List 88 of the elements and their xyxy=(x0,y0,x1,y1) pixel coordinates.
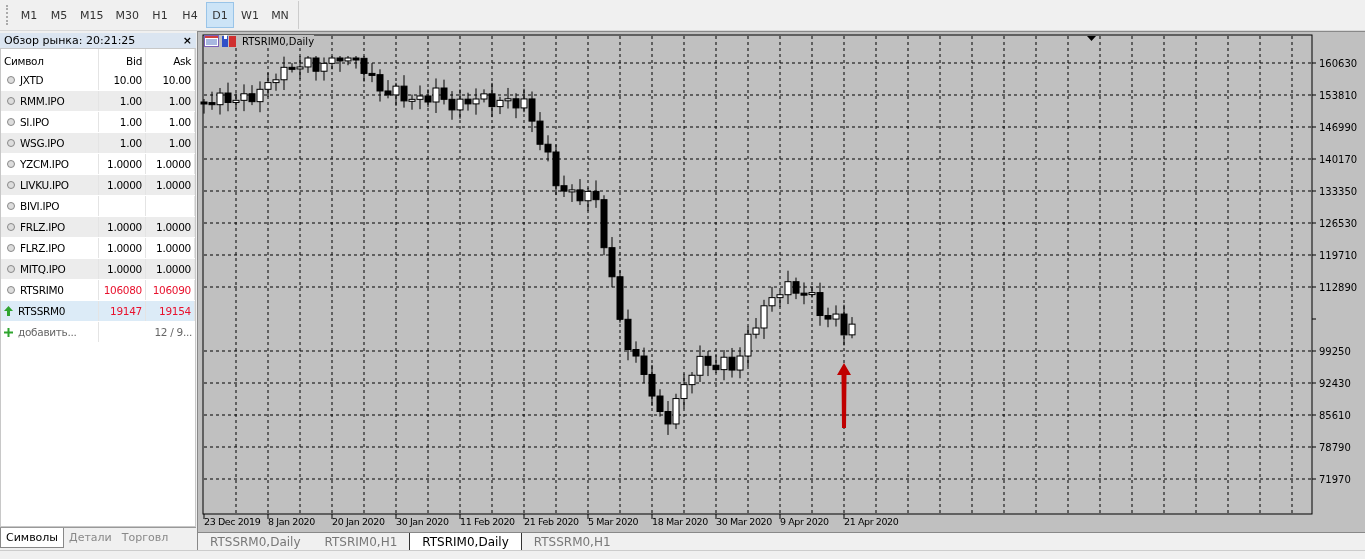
annotation-arrow xyxy=(837,363,851,428)
symbol-row[interactable]: LIVKU.IPO 1.0000 1.0000 xyxy=(1,175,195,196)
date-label: 21 Apr 2020 xyxy=(844,516,899,527)
bid-price: 1.00 xyxy=(119,116,142,128)
ask-price: 1.0000 xyxy=(156,158,191,170)
price-label: 99250 xyxy=(1319,346,1351,357)
date-label: 30 Jan 2020 xyxy=(396,516,449,527)
bid-price: 106080 xyxy=(103,284,142,296)
ask-price: 1.0000 xyxy=(156,179,191,191)
price-label: 119710 xyxy=(1319,250,1358,261)
symbol-name: BIVI.IPO xyxy=(20,200,60,212)
price-label: 85610 xyxy=(1319,410,1351,421)
date-label: 23 Dec 2019 xyxy=(204,516,261,527)
ask-price: 1.00 xyxy=(168,116,191,128)
period-button[interactable]: H4 xyxy=(176,2,204,28)
bid-price: 1.0000 xyxy=(107,179,142,191)
symbol-name: RTSSRM0 xyxy=(18,305,66,317)
date-label: 5 Mar 2020 xyxy=(588,516,639,527)
ask-price: 1.00 xyxy=(168,95,191,107)
symbol-count: 12 / 9... xyxy=(154,326,192,338)
period-button[interactable]: MN xyxy=(266,2,294,28)
bid-price: 1.00 xyxy=(119,95,142,107)
date-label: 30 Mar 2020 xyxy=(716,516,772,527)
price-label: 133350 xyxy=(1319,186,1358,197)
price-label: 71970 xyxy=(1319,474,1351,485)
add-symbol-link[interactable]: добавить... xyxy=(18,326,77,338)
symbol-name: RTSRIM0 xyxy=(20,284,64,296)
bid-price: 1.0000 xyxy=(107,263,142,275)
symbol-name: FLRZ.IPO xyxy=(20,242,65,254)
ask-price: 10.00 xyxy=(162,74,191,86)
symbol-row[interactable]: FRLZ.IPO 1.0000 1.0000 xyxy=(1,217,195,238)
symbol-name: WSG.IPO xyxy=(20,137,65,149)
ask-price: 19154 xyxy=(159,305,191,317)
chart-tab[interactable]: RTSSRM0,H1 xyxy=(521,533,623,551)
symbol-name: RMM.IPO xyxy=(20,95,65,107)
period-button[interactable]: M5 xyxy=(45,2,73,28)
ask-price: 1.0000 xyxy=(156,242,191,254)
date-label: 8 Jan 2020 xyxy=(268,516,315,527)
date-label: 18 Mar 2020 xyxy=(652,516,708,527)
period-button[interactable]: M30 xyxy=(110,2,144,28)
ask-price: 1.0000 xyxy=(156,221,191,233)
chart-tab[interactable]: RTSRIM0,Daily xyxy=(409,533,522,552)
symbol-name: SI.IPO xyxy=(20,116,49,128)
bid-price: 10.00 xyxy=(113,74,142,86)
chart-tab[interactable]: RTSRIM0,H1 xyxy=(312,533,410,551)
panel-tab[interactable]: Символы xyxy=(0,528,65,548)
price-label: 160630 xyxy=(1319,58,1358,69)
symbol-row[interactable]: RTSSRM0 19147 19154 xyxy=(1,301,195,322)
symbol-row[interactable]: RMM.IPO 1.00 1.00 xyxy=(1,91,195,112)
price-label: 112890 xyxy=(1319,282,1358,293)
date-label: 11 Feb 2020 xyxy=(460,516,515,527)
symbol-name: FRLZ.IPO xyxy=(20,221,65,233)
close-button[interactable]: × xyxy=(182,34,192,47)
price-label: 140170 xyxy=(1319,154,1358,165)
chart-tab[interactable]: RTSSRM0,Daily xyxy=(198,533,313,551)
ask-price: 1.00 xyxy=(168,137,191,149)
symbol-row[interactable]: WSG.IPO 1.00 1.00 xyxy=(1,133,195,154)
symbol-name: YZCM.IPO xyxy=(20,158,69,170)
symbol-name: JXTD xyxy=(20,74,44,86)
price-label: 146990 xyxy=(1319,122,1358,133)
ask-price: 106090 xyxy=(152,284,191,296)
shift-marker-icon[interactable] xyxy=(1087,36,1096,41)
period-button[interactable]: D1 xyxy=(206,2,234,28)
price-label: 126530 xyxy=(1319,218,1358,229)
panel-title: Обзор рынка: 20:21:25 xyxy=(4,34,136,47)
price-label: 92430 xyxy=(1319,378,1351,389)
chart-window-icon xyxy=(222,35,236,47)
period-button[interactable]: H1 xyxy=(146,2,174,28)
symbol-name: LIVKU.IPO xyxy=(20,179,69,191)
bid-price: 19147 xyxy=(110,305,142,317)
ask-price: 1.0000 xyxy=(156,263,191,275)
date-label: 20 Jan 2020 xyxy=(332,516,385,527)
table-icon xyxy=(204,35,219,47)
bid-price: 1.0000 xyxy=(107,242,142,254)
price-label: 153810 xyxy=(1319,90,1358,101)
period-button[interactable]: M15 xyxy=(75,2,109,28)
bid-price: 1.00 xyxy=(119,137,142,149)
period-button[interactable]: M1 xyxy=(15,2,43,28)
chart-title: RTSRIM0,Daily xyxy=(242,35,315,47)
symbol-row[interactable]: MITQ.IPO 1.0000 1.0000 xyxy=(1,259,195,280)
period-button[interactable]: W1 xyxy=(236,2,264,28)
price-label: 78790 xyxy=(1319,442,1351,453)
symbol-name: MITQ.IPO xyxy=(20,263,66,275)
plus-icon xyxy=(4,327,13,337)
date-label: 9 Apr 2020 xyxy=(780,516,829,527)
bid-price: 1.0000 xyxy=(107,221,142,233)
bid-price: 1.0000 xyxy=(107,158,142,170)
date-label: 21 Feb 2020 xyxy=(524,516,579,527)
